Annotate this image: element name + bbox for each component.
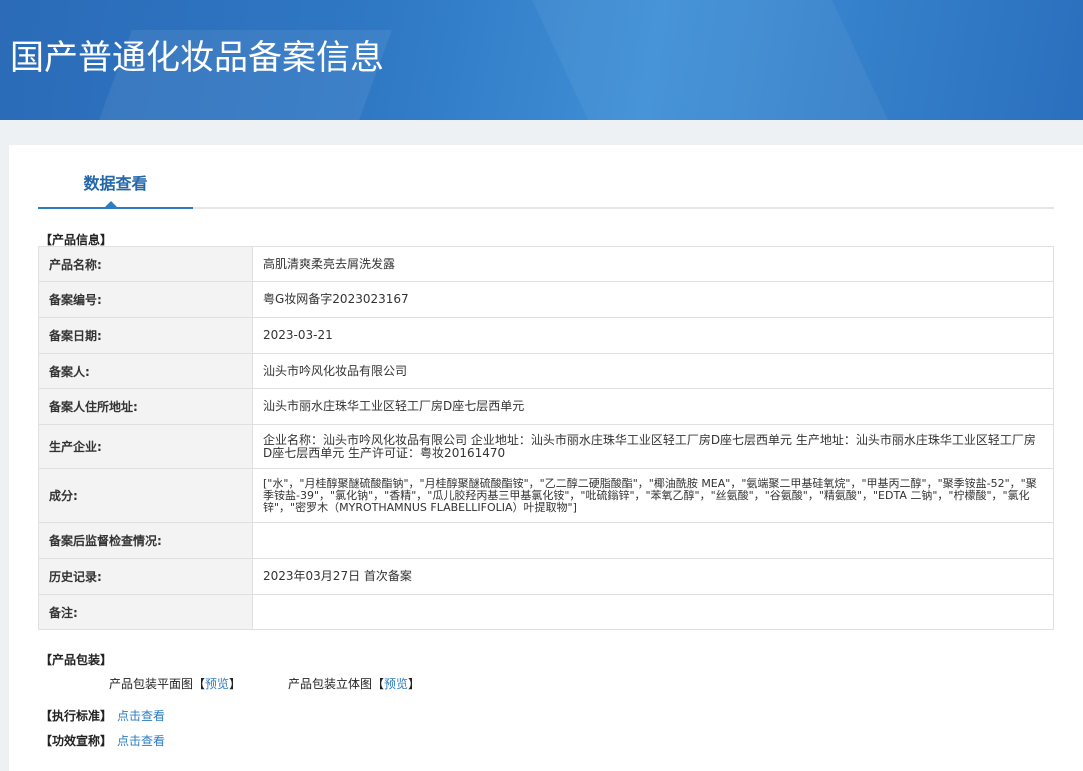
banner-decoration — [522, 0, 898, 120]
table-row: 历史记录: 2023年03月27日 首次备案 — [38, 558, 1054, 595]
row-value: 2023-03-21 — [252, 317, 1054, 354]
page-title: 国产普通化妆品备案信息 — [10, 38, 384, 78]
bracket: 【 — [372, 677, 385, 691]
row-label: 产品名称: — [38, 246, 253, 282]
row-label: 成分: — [38, 468, 253, 523]
bracket: 】 — [229, 677, 242, 691]
tab-bar: 数据查看 — [38, 145, 1054, 209]
table-row: 备注: — [38, 594, 1054, 630]
table-row: 产品名称: 高肌清爽柔亮去屑洗发露 — [38, 246, 1054, 282]
solid-preview-link[interactable]: 预览 — [384, 677, 408, 691]
row-value: 汕头市丽水庄珠华工业区轻工厂房D座七层西单元 — [252, 388, 1054, 425]
content-panel: 数据查看 【产品信息】 产品名称: 高肌清爽柔亮去屑洗发露 备案编号: 粤G妆网… — [9, 145, 1083, 771]
row-value: 汕头市吟风化妆品有限公司 — [252, 353, 1054, 389]
packaging-solid-item: 产品包装立体图【预览】 — [288, 675, 420, 692]
row-value: 高肌清爽柔亮去屑洗发露 — [252, 246, 1054, 282]
table-row: 备案后监督检查情况: — [38, 522, 1054, 559]
table-row: 备案人: 汕头市吟风化妆品有限公司 — [38, 353, 1054, 389]
row-value: 企业名称：汕头市吟风化妆品有限公司 企业地址：汕头市丽水庄珠华工业区轻工厂房D座… — [252, 424, 1054, 469]
row-label: 备案人住所地址: — [38, 388, 253, 425]
table-row: 备案编号: 粤G妆网备字2023023167 — [38, 281, 1054, 318]
tab-data-view[interactable]: 数据查看 — [38, 145, 193, 209]
row-label: 备案日期: — [38, 317, 253, 354]
row-value: ["水"，"月桂醇聚醚硫酸酯钠"，"月桂醇聚醚硫酸酯铵"，"乙二醇二硬脂酸酯"，… — [252, 468, 1054, 523]
packaging-section-title: 【产品包装】 — [40, 653, 113, 667]
standard-view-link[interactable]: 点击查看 — [117, 707, 165, 724]
row-value — [252, 522, 1054, 559]
bracket: 】 — [408, 677, 421, 691]
row-label: 历史记录: — [38, 558, 253, 595]
tab-label: 数据查看 — [83, 174, 148, 193]
row-value: 2023年03月27日 首次备案 — [252, 558, 1054, 595]
row-label: 备案编号: — [38, 281, 253, 318]
row-label: 生产企业: — [38, 424, 253, 469]
active-tab-caret-icon — [105, 201, 117, 207]
packaging-flat-item: 产品包装平面图【预览】 — [109, 675, 241, 692]
efficacy-section-title: 【功效宣称】 — [40, 734, 113, 748]
table-row: 生产企业: 企业名称：汕头市吟风化妆品有限公司 企业地址：汕头市丽水庄珠华工业区… — [38, 424, 1054, 469]
flat-preview-link[interactable]: 预览 — [205, 677, 229, 691]
table-row: 备案人住所地址: 汕头市丽水庄珠华工业区轻工厂房D座七层西单元 — [38, 388, 1054, 425]
row-value — [252, 594, 1054, 630]
header-banner: 国产普通化妆品备案信息 — [0, 0, 1083, 120]
efficacy-view-link[interactable]: 点击查看 — [117, 732, 165, 749]
product-info-table: 产品名称: 高肌清爽柔亮去屑洗发露 备案编号: 粤G妆网备字2023023167… — [38, 246, 1054, 630]
bracket: 【 — [193, 677, 206, 691]
row-value: 粤G妆网备字2023023167 — [252, 281, 1054, 318]
standard-section-title: 【执行标准】 — [40, 709, 113, 723]
packaging-solid-label: 产品包装立体图 — [288, 677, 373, 691]
table-row: 备案日期: 2023-03-21 — [38, 317, 1054, 354]
row-label: 备案后监督检查情况: — [38, 522, 253, 559]
row-label: 备注: — [38, 594, 253, 630]
row-label: 备案人: — [38, 353, 253, 389]
packaging-flat-label: 产品包装平面图 — [109, 677, 194, 691]
table-row: 成分: ["水"，"月桂醇聚醚硫酸酯钠"，"月桂醇聚醚硫酸酯铵"，"乙二醇二硬脂… — [38, 468, 1054, 523]
